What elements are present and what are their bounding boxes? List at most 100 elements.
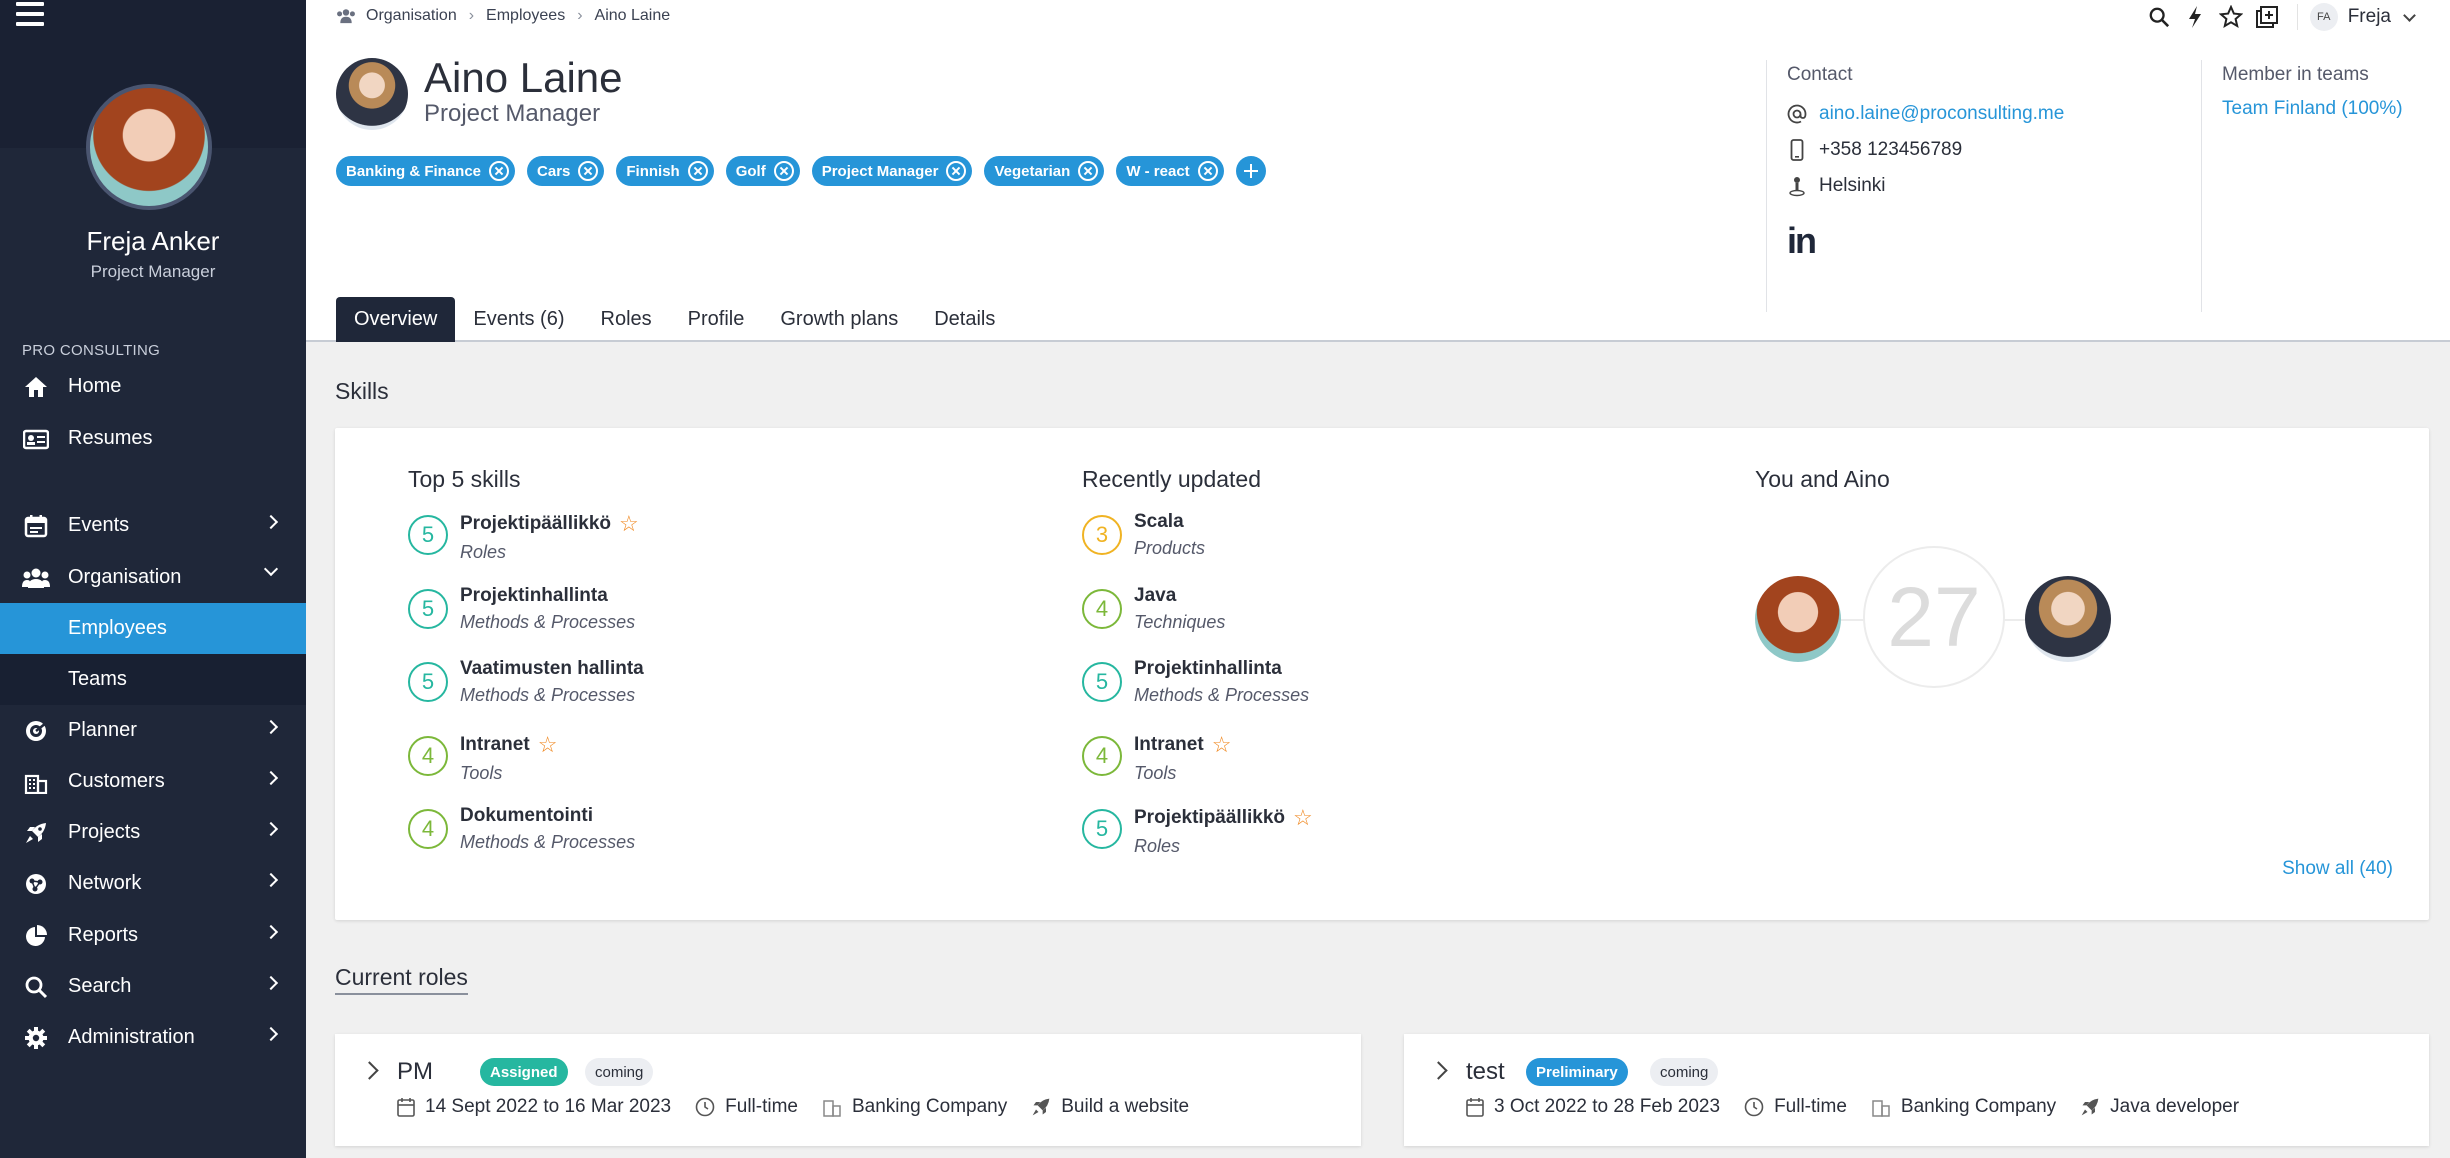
- tab-roles[interactable]: Roles: [583, 297, 670, 342]
- star-icon[interactable]: [2213, 0, 2249, 34]
- skill-text: Projektinhallinta Methods & Processes: [460, 585, 635, 659]
- skill-name-label: Dokumentointi: [460, 805, 593, 826]
- current-roles-title[interactable]: Current roles: [335, 964, 468, 995]
- tab-events[interactable]: Events (6): [455, 297, 582, 342]
- tag[interactable]: Project Manager: [811, 156, 973, 186]
- skill-text: Dokumentointi Methods & Processes: [460, 805, 635, 879]
- skill-level-badge: 3: [1082, 515, 1122, 555]
- remove-tag-icon[interactable]: [1078, 161, 1099, 181]
- tab-growth-plans[interactable]: Growth plans: [762, 297, 916, 342]
- tag[interactable]: W - react: [1116, 156, 1224, 186]
- role-allocation: Full-time: [1744, 1096, 1847, 1118]
- breadcrumb-organisation[interactable]: Organisation: [366, 7, 457, 25]
- top-skills-column: Top 5 skills 5 Projektipäällikkö ☆ Roles 5 Pr…: [408, 466, 644, 879]
- add-tag-button[interactable]: [1235, 156, 1266, 186]
- skill-item[interactable]: 5 Vaatimusten hallinta Methods & Processes: [408, 658, 644, 732]
- sidebar-item-reports[interactable]: Reports: [0, 910, 306, 961]
- tab-details[interactable]: Details: [916, 297, 1013, 342]
- sidebar-item-customers[interactable]: Customers: [0, 756, 306, 807]
- sidebar-item-label: Planner: [68, 719, 137, 741]
- skill-name[interactable]: Projektipäällikkö ☆: [1134, 805, 1313, 831]
- skill-name-label: Scala: [1134, 511, 1184, 532]
- top-actions: FA Freja: [2141, 0, 2450, 34]
- search-icon[interactable]: [2141, 0, 2177, 34]
- skill-item[interactable]: 4 Java Techniques: [1082, 585, 1313, 659]
- sidebar-item-teams[interactable]: Teams: [0, 654, 306, 705]
- remove-tag-icon[interactable]: [773, 161, 794, 181]
- sidebar-item-administration[interactable]: Administration: [0, 1012, 306, 1063]
- sidebar-item-label: Reports: [68, 924, 139, 946]
- team-link[interactable]: Team Finland (100%): [2222, 98, 2441, 120]
- sidebar-item-events[interactable]: Events: [0, 500, 306, 551]
- tag[interactable]: Finnish: [616, 156, 714, 186]
- skill-name[interactable]: Dokumentointi: [460, 805, 635, 827]
- skill-category: Roles: [1134, 836, 1181, 856]
- skill-item[interactable]: 5 Projektinhallinta Methods & Processes: [1082, 658, 1313, 732]
- tag[interactable]: Cars: [527, 156, 605, 186]
- skill-name-label: Intranet: [460, 733, 530, 755]
- skill-level-badge: 5: [408, 588, 448, 629]
- lightning-icon[interactable]: [2177, 0, 2213, 34]
- remove-tag-icon[interactable]: [1197, 161, 1218, 181]
- current-user-avatar[interactable]: [86, 84, 212, 210]
- skill-level-badge: 4: [1082, 588, 1122, 629]
- add-window-icon[interactable]: [2249, 0, 2285, 34]
- role-name: test: [1466, 1058, 1505, 1085]
- skill-name[interactable]: Intranet ☆: [460, 732, 557, 758]
- star-icon: ☆: [1211, 731, 1232, 757]
- remove-tag-icon[interactable]: [578, 161, 599, 181]
- skill-name[interactable]: Scala: [1134, 511, 1205, 533]
- tag[interactable]: Golf: [725, 156, 800, 186]
- skill-item[interactable]: 4 Intranet ☆ Tools: [1082, 732, 1313, 806]
- skill-item[interactable]: 5 Projektinhallinta Methods & Processes: [408, 585, 644, 659]
- skill-name[interactable]: Projektinhallinta: [460, 585, 635, 607]
- breadcrumb: Organisation › Employees › Aino Laine: [336, 7, 670, 25]
- tag[interactable]: Vegetarian: [984, 156, 1105, 186]
- skill-item[interactable]: 5 Projektipäällikkö ☆ Roles: [408, 511, 644, 585]
- skill-name[interactable]: Vaatimusten hallinta: [460, 658, 644, 680]
- role-card[interactable]: test Preliminary coming 3 Oct 2022 to 28…: [1404, 1034, 2429, 1146]
- sidebar-item-network[interactable]: Network: [0, 858, 306, 909]
- sidebar-item-resumes[interactable]: Resumes: [0, 413, 306, 464]
- skill-name[interactable]: Intranet ☆: [1134, 732, 1231, 758]
- role-name: PM: [397, 1058, 433, 1085]
- skill-name[interactable]: Projektipäällikkö ☆: [460, 511, 639, 537]
- clock-icon: [695, 1097, 715, 1117]
- remove-tag-icon[interactable]: [946, 161, 967, 181]
- skill-name-label: Projektinhallinta: [460, 584, 608, 606]
- role-project: Java developer: [2080, 1096, 2239, 1118]
- breadcrumb-employees[interactable]: Employees: [486, 7, 565, 25]
- chevron-right-icon[interactable]: [360, 1061, 379, 1080]
- sidebar-item-label: Home: [68, 375, 122, 397]
- remove-tag-icon[interactable]: [687, 161, 708, 181]
- sidebar-item-home[interactable]: Home: [0, 361, 306, 412]
- chevron-right-icon[interactable]: [1429, 1061, 1448, 1080]
- skill-item[interactable]: 4 Dokumentointi Methods & Processes: [408, 805, 644, 879]
- skill-name[interactable]: Java: [1134, 585, 1225, 607]
- sidebar-item-organisation[interactable]: Organisation: [0, 552, 306, 603]
- sidebar-item-projects[interactable]: Projects: [0, 807, 306, 858]
- linkedin-icon[interactable]: in: [1787, 220, 2206, 262]
- rocket-icon: [22, 821, 50, 845]
- sidebar-item-planner[interactable]: Planner: [0, 705, 306, 756]
- role-meta: 3 Oct 2022 to 28 Feb 2023 Full-time Bank…: [1466, 1096, 2263, 1118]
- skill-item[interactable]: 3 Scala Products: [1082, 511, 1313, 585]
- skill-item[interactable]: 5 Projektipäällikkö ☆ Roles: [1082, 805, 1313, 879]
- contact-email[interactable]: aino.laine@proconsulting.me: [1819, 103, 2064, 125]
- skill-comparison[interactable]: 27: [1755, 546, 2115, 692]
- sidebar-item-search[interactable]: Search: [0, 961, 306, 1012]
- sidebar-item-employees[interactable]: Employees: [0, 603, 306, 654]
- tag[interactable]: Banking & Finance: [336, 156, 516, 186]
- role-project: Build a website: [1031, 1096, 1189, 1118]
- tab-overview[interactable]: Overview: [336, 297, 456, 342]
- skill-name[interactable]: Projektinhallinta: [1134, 658, 1309, 680]
- tab-profile[interactable]: Profile: [670, 297, 763, 342]
- show-all-skills-link[interactable]: Show all (40): [2282, 858, 2393, 880]
- skill-item[interactable]: 4 Intranet ☆ Tools: [408, 732, 644, 806]
- remove-tag-icon[interactable]: [489, 161, 510, 181]
- role-card[interactable]: PM Assigned coming 14 Sept 2022 to 16 Ma…: [335, 1034, 1361, 1146]
- timing-badge: coming: [585, 1058, 654, 1086]
- menu-icon[interactable]: [16, 2, 46, 30]
- role-allocation: Full-time: [695, 1096, 798, 1118]
- user-menu[interactable]: FA Freja: [2296, 3, 2416, 31]
